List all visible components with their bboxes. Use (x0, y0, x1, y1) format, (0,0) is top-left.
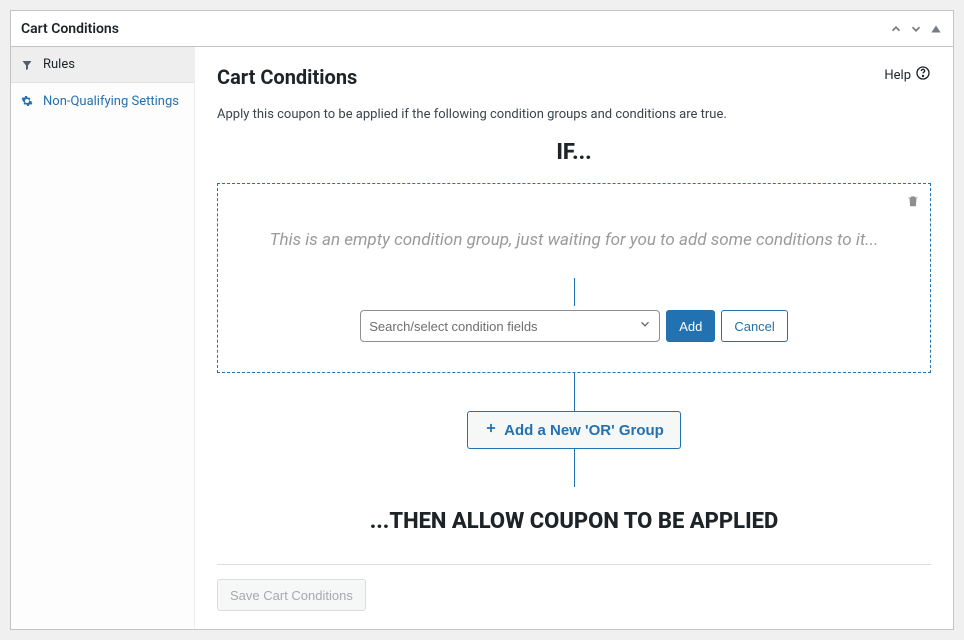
connector-line (574, 278, 575, 306)
page-title: Cart Conditions (217, 65, 357, 89)
help-icon (915, 65, 931, 85)
condition-controls: Search/select condition fields Add Cance… (232, 310, 916, 342)
panel-title: Cart Conditions (21, 21, 119, 37)
panel-header-controls (889, 22, 943, 36)
condition-group: This is an empty condition group, just w… (217, 183, 931, 373)
cart-conditions-panel: Cart Conditions Rules (10, 10, 954, 630)
save-bar: Save Cart Conditions (217, 564, 931, 611)
filter-icon (21, 59, 35, 71)
help-label: Help (884, 68, 911, 83)
gear-icon (21, 95, 35, 107)
add-or-group-button[interactable]: Add a New 'OR' Group (467, 411, 681, 449)
collapse-up-icon[interactable] (889, 22, 903, 36)
cancel-condition-button[interactable]: Cancel (721, 310, 787, 342)
sidebar-item-label: Rules (43, 57, 75, 72)
connector-line (574, 373, 575, 411)
cancel-button-label: Cancel (734, 319, 774, 334)
empty-condition-message: This is an empty condition group, just w… (232, 230, 916, 250)
add-condition-button[interactable]: Add (666, 310, 715, 342)
main-content: Cart Conditions Help Apply this coupon t… (195, 47, 953, 629)
description-text: Apply this coupon to be applied if the f… (217, 107, 931, 122)
sidebar-item-label: Non-Qualifying Settings (43, 93, 179, 111)
plus-icon (484, 421, 498, 439)
collapse-down-icon[interactable] (909, 22, 923, 36)
if-heading: IF... (217, 140, 931, 165)
add-button-label: Add (679, 319, 702, 334)
sidebar-item-rules[interactable]: Rules (11, 47, 194, 83)
add-or-group-label: Add a New 'OR' Group (504, 422, 664, 439)
or-group-section: Add a New 'OR' Group (217, 411, 931, 449)
sidebar-item-non-qualifying-settings[interactable]: Non-Qualifying Settings (11, 83, 194, 121)
help-link[interactable]: Help (884, 65, 931, 85)
toggle-up-icon[interactable] (929, 22, 943, 36)
connector-line (574, 449, 575, 487)
sidebar: Rules Non-Qualifying Settings (11, 47, 195, 629)
save-cart-conditions-button[interactable]: Save Cart Conditions (217, 579, 366, 611)
condition-select-wrap: Search/select condition fields (360, 310, 660, 342)
condition-field-select[interactable]: Search/select condition fields (360, 310, 660, 342)
panel-body: Rules Non-Qualifying Settings Cart Condi… (11, 47, 953, 629)
panel-header: Cart Conditions (11, 11, 953, 47)
then-heading: ...THEN ALLOW COUPON TO BE APPLIED (217, 509, 931, 534)
main-header: Cart Conditions Help (217, 65, 931, 93)
trash-icon[interactable] (906, 194, 920, 212)
save-button-label: Save Cart Conditions (230, 588, 353, 603)
